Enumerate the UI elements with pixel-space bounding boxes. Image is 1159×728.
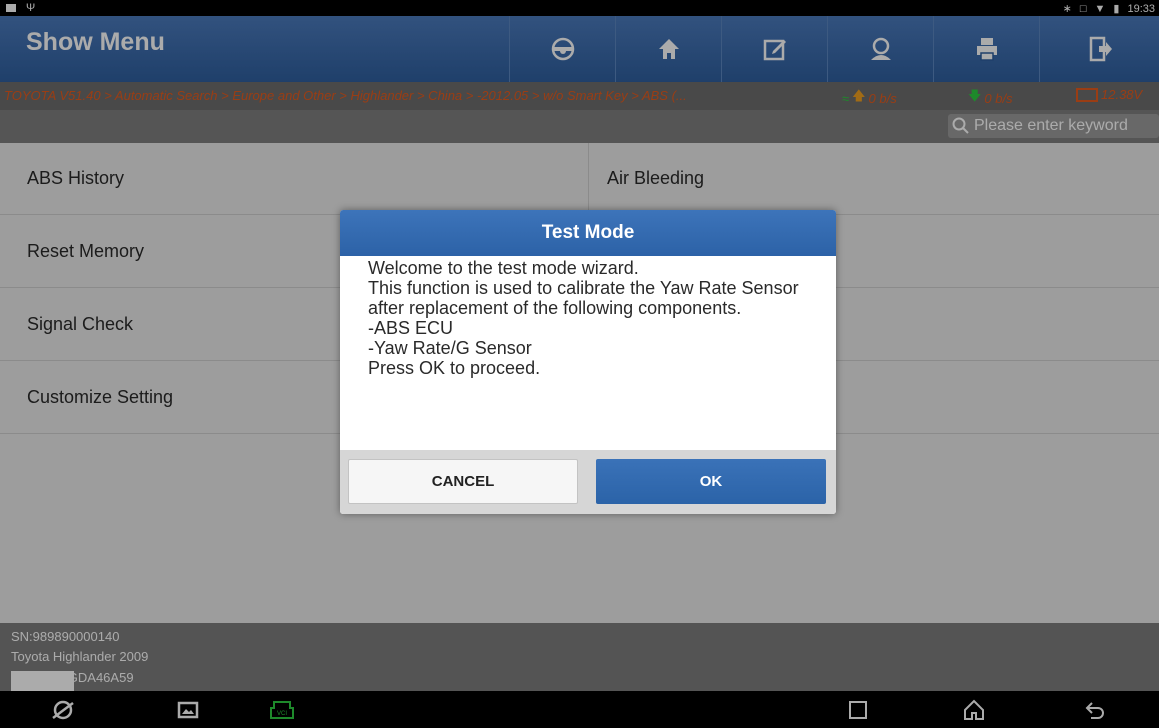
dialog-line: -Yaw Rate/G Sensor (368, 338, 532, 358)
test-mode-dialog: Test Mode Welcome to the test mode wizar… (340, 210, 836, 514)
dialog-button-bar: CANCEL OK (340, 450, 836, 514)
dialog-message: Welcome to the test mode wizard. This fu… (368, 258, 818, 378)
dialog-line: Press OK to proceed. (368, 358, 541, 378)
dialog-line: Welcome to the test mode wizard. (368, 258, 639, 278)
dialog-line: -ABS ECU (368, 318, 454, 338)
dialog-title: Test Mode (340, 210, 836, 256)
dialog-line: This function is used to calibrate the Y… (368, 278, 799, 318)
cancel-button[interactable]: CANCEL (348, 459, 578, 504)
ok-button[interactable]: OK (596, 459, 826, 504)
